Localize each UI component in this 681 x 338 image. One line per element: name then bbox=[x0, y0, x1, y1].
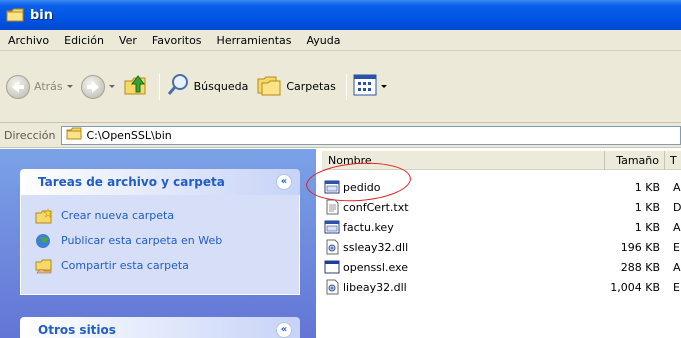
other-places-panel: Otros sitios « bbox=[20, 317, 300, 338]
collapse-chevron-icon[interactable]: « bbox=[276, 322, 292, 338]
column-size[interactable]: Tamaño bbox=[605, 150, 665, 170]
file-type: D bbox=[673, 200, 681, 214]
other-places-header[interactable]: Otros sitios « bbox=[20, 317, 300, 338]
file-size: 1 KB bbox=[634, 200, 660, 214]
task-pane: Tareas de archivo y carpeta « Crear nuev… bbox=[0, 149, 316, 338]
text-file-icon bbox=[324, 199, 340, 215]
file-name: ssleay32.dll bbox=[343, 240, 409, 254]
keyfile-icon bbox=[324, 219, 340, 235]
file-type: A bbox=[673, 180, 681, 194]
search-label: Búsqueda bbox=[193, 80, 249, 93]
folder-icon bbox=[66, 127, 82, 143]
file-row[interactable]: factu.key 1 KB A bbox=[322, 217, 681, 237]
tasks-panel-body: Crear nueva carpeta Publicar esta carpet… bbox=[20, 195, 300, 295]
file-name: factu.key bbox=[343, 220, 394, 234]
task-share-folder[interactable]: Compartir esta carpeta bbox=[35, 253, 299, 278]
views-button[interactable] bbox=[353, 74, 387, 99]
back-button[interactable]: Atrás bbox=[6, 74, 73, 99]
menu-ver[interactable]: Ver bbox=[119, 34, 137, 47]
file-type: E bbox=[673, 240, 680, 254]
file-type: A bbox=[673, 260, 681, 274]
exe-icon bbox=[324, 259, 340, 275]
task-publish-web[interactable]: Publicar esta carpeta en Web bbox=[35, 228, 299, 253]
up-folder-button[interactable] bbox=[123, 72, 149, 101]
forward-button[interactable] bbox=[80, 74, 115, 99]
column-type[interactable]: T bbox=[665, 151, 681, 170]
toolbar: Atrás Búsqueda Carpetas bbox=[0, 51, 681, 123]
file-row[interactable]: libeay32.dll 1,004 KB E bbox=[322, 277, 681, 297]
views-dropdown-icon[interactable] bbox=[380, 85, 387, 88]
file-name: libeay32.dll bbox=[343, 280, 407, 294]
menu-ayuda[interactable]: Ayuda bbox=[306, 34, 340, 47]
folders-button[interactable]: Carpetas bbox=[256, 73, 336, 100]
task-label: Crear nueva carpeta bbox=[61, 209, 175, 222]
file-size: 1,004 KB bbox=[610, 280, 660, 294]
menu-bar: Archivo Edición Ver Favoritos Herramient… bbox=[0, 30, 681, 51]
folders-label: Carpetas bbox=[286, 80, 336, 93]
globe-icon bbox=[35, 233, 53, 249]
new-folder-icon bbox=[35, 207, 53, 224]
file-size: 1 KB bbox=[634, 220, 660, 234]
folder-icon bbox=[6, 8, 24, 22]
collapse-chevron-icon[interactable]: « bbox=[276, 174, 292, 190]
up-folder-icon bbox=[123, 72, 149, 101]
folders-icon bbox=[256, 73, 282, 100]
address-bar: Dirección C:\OpenSSL\bin bbox=[0, 123, 681, 148]
file-row[interactable]: ssleay32.dll 196 KB E bbox=[322, 237, 681, 257]
file-row[interactable]: confCert.txt 1 KB D bbox=[322, 197, 681, 217]
menu-edicion[interactable]: Edición bbox=[64, 34, 104, 47]
dll-icon bbox=[324, 279, 340, 295]
tasks-panel: Tareas de archivo y carpeta « Crear nuev… bbox=[20, 169, 300, 295]
search-icon bbox=[166, 73, 190, 100]
task-new-folder[interactable]: Crear nueva carpeta bbox=[35, 203, 299, 228]
file-name: confCert.txt bbox=[343, 200, 409, 214]
tasks-panel-header[interactable]: Tareas de archivo y carpeta « bbox=[20, 169, 300, 195]
file-row[interactable]: openssl.exe 288 KB A bbox=[322, 257, 681, 277]
search-button[interactable]: Búsqueda bbox=[166, 73, 249, 100]
title-bar: bin bbox=[0, 0, 681, 30]
other-places-title: Otros sitios bbox=[38, 323, 116, 337]
menu-archivo[interactable]: Archivo bbox=[8, 34, 49, 47]
window-title: bin bbox=[30, 7, 54, 23]
file-type: A bbox=[673, 220, 681, 234]
menu-favoritos[interactable]: Favoritos bbox=[152, 34, 202, 47]
address-input[interactable]: C:\OpenSSL\bin bbox=[61, 125, 681, 145]
back-dropdown-icon[interactable] bbox=[66, 85, 73, 88]
views-icon bbox=[353, 74, 377, 99]
toolbar-separator bbox=[158, 73, 160, 100]
file-size: 196 KB bbox=[620, 240, 660, 254]
task-label: Compartir esta carpeta bbox=[61, 259, 189, 272]
back-arrow-icon bbox=[6, 74, 30, 99]
file-size: 1 KB bbox=[634, 180, 660, 194]
forward-dropdown-icon[interactable] bbox=[108, 85, 115, 88]
share-folder-icon bbox=[35, 258, 53, 274]
address-label: Dirección bbox=[4, 128, 56, 142]
back-label: Atrás bbox=[34, 80, 63, 93]
dll-icon bbox=[324, 239, 340, 255]
forward-arrow-icon bbox=[80, 74, 105, 99]
file-type: E bbox=[673, 280, 680, 294]
menu-herramientas[interactable]: Herramientas bbox=[217, 34, 292, 47]
file-size: 288 KB bbox=[620, 260, 660, 274]
file-name: openssl.exe bbox=[343, 260, 408, 274]
task-label: Publicar esta carpeta en Web bbox=[61, 234, 223, 247]
tasks-panel-title: Tareas de archivo y carpeta bbox=[38, 175, 225, 189]
toolbar-separator bbox=[345, 73, 347, 100]
address-path: C:\OpenSSL\bin bbox=[86, 128, 172, 142]
